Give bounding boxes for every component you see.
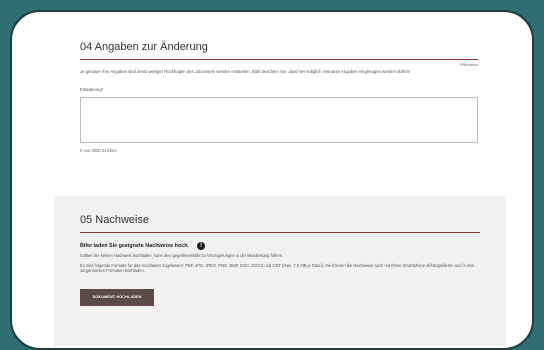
required-field-hint: *Pflichtfeld — [459, 62, 478, 67]
intro-text: Je genauer Ihre Angaben sind desto wenig… — [80, 69, 411, 74]
info-icon[interactable]: ! — [197, 242, 206, 250]
section-title-change: 04 Angaben zur Änderung — [80, 41, 208, 53]
section-proof: 05 Nachweise Bitte laden Sie geeignete N… — [80, 213, 480, 306]
section-title-proof: 05 Nachweise — [80, 214, 150, 226]
character-counter: 0 von 3000 Zeichen — [80, 148, 117, 153]
section-divider — [80, 59, 478, 60]
explanation-textarea[interactable] — [80, 97, 478, 143]
explanation-label: Erläuterung* — [80, 87, 104, 92]
proof-paragraph-2: Es sind folgende Formate für das Hochlad… — [80, 262, 474, 274]
upload-document-button[interactable]: DOKUMENT HOCHLADEN — [80, 288, 154, 306]
proof-paragraph-1: Sollten Sie keinen Nachweis hochladen, k… — [80, 253, 284, 258]
form-card: 04 Angaben zur Änderung *Pflichtfeld Je … — [10, 10, 534, 350]
proof-section-band: 05 Nachweise Bitte laden Sie geeignete N… — [54, 196, 506, 346]
section-change-details: 04 Angaben zur Änderung *Pflichtfeld Je … — [80, 40, 478, 154]
upload-heading-text: Bitte laden Sie geeignete Nachweise hoch… — [80, 243, 190, 249]
section-divider — [80, 232, 480, 233]
upload-heading: Bitte laden Sie geeignete Nachweise hoch… — [80, 242, 480, 250]
